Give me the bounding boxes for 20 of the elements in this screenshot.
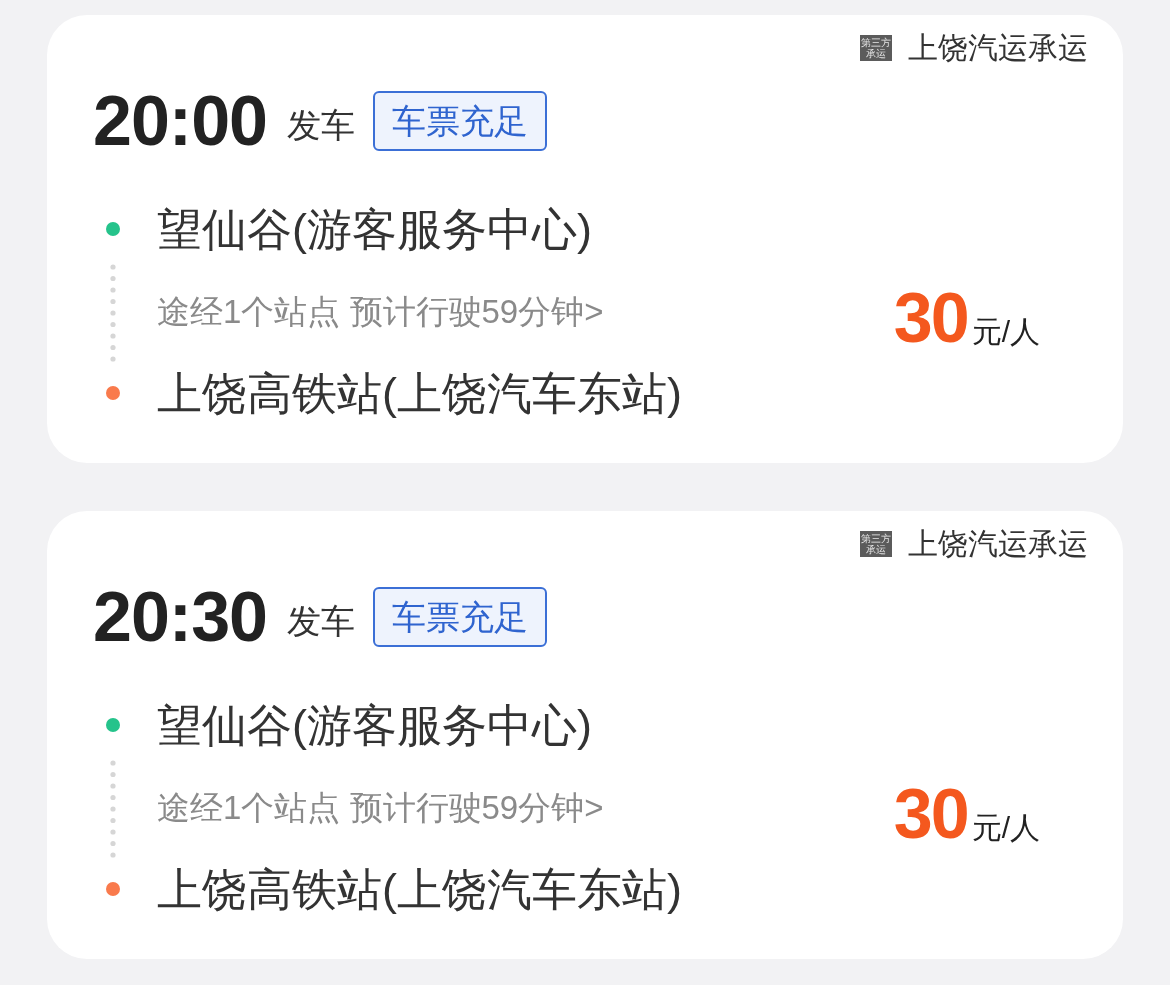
- trip-card[interactable]: 第三方承运 上饶汽运承运 20:00 发车 车票充足 望仙谷(游客服务中心) 途经1个站点 预计行驶59分钟> 上饶高铁站(上饶汽车东站) 30元/人: [47, 15, 1123, 463]
- third-party-badge: 第三方承运: [860, 35, 892, 61]
- station-name: 上饶高铁站(上饶汽车东站): [157, 370, 682, 416]
- ticket-status-tag: 车票充足: [373, 587, 548, 647]
- station-name: 望仙谷(游客服务中心): [157, 206, 592, 252]
- price-amount: 30: [893, 283, 968, 353]
- carrier-name: 上饶汽运承运: [908, 31, 1088, 65]
- trip-card[interactable]: 第三方承运 上饶汽运承运 20:30 发车 车票充足 望仙谷(游客服务中心) 途经1个站点 预计行驶59分钟> 上饶高铁站(上饶汽车东站) 30元/人: [47, 511, 1123, 959]
- station-name: 望仙谷(游客服务中心): [157, 702, 592, 748]
- third-party-badge: 第三方承运: [860, 531, 892, 557]
- departure-time: 20:30: [93, 582, 268, 652]
- departure-label: 发车: [287, 601, 356, 638]
- carrier-name: 上饶汽运承运: [908, 527, 1088, 561]
- ticket-status-tag: 车票充足: [373, 91, 548, 151]
- price-unit: 元/人: [971, 317, 1040, 347]
- price-amount: 30: [893, 779, 968, 849]
- departure-label: 发车: [287, 105, 356, 142]
- price-unit: 元/人: [971, 813, 1040, 843]
- departure-time: 20:00: [93, 86, 268, 156]
- station-name: 上饶高铁站(上饶汽车东站): [157, 866, 682, 912]
